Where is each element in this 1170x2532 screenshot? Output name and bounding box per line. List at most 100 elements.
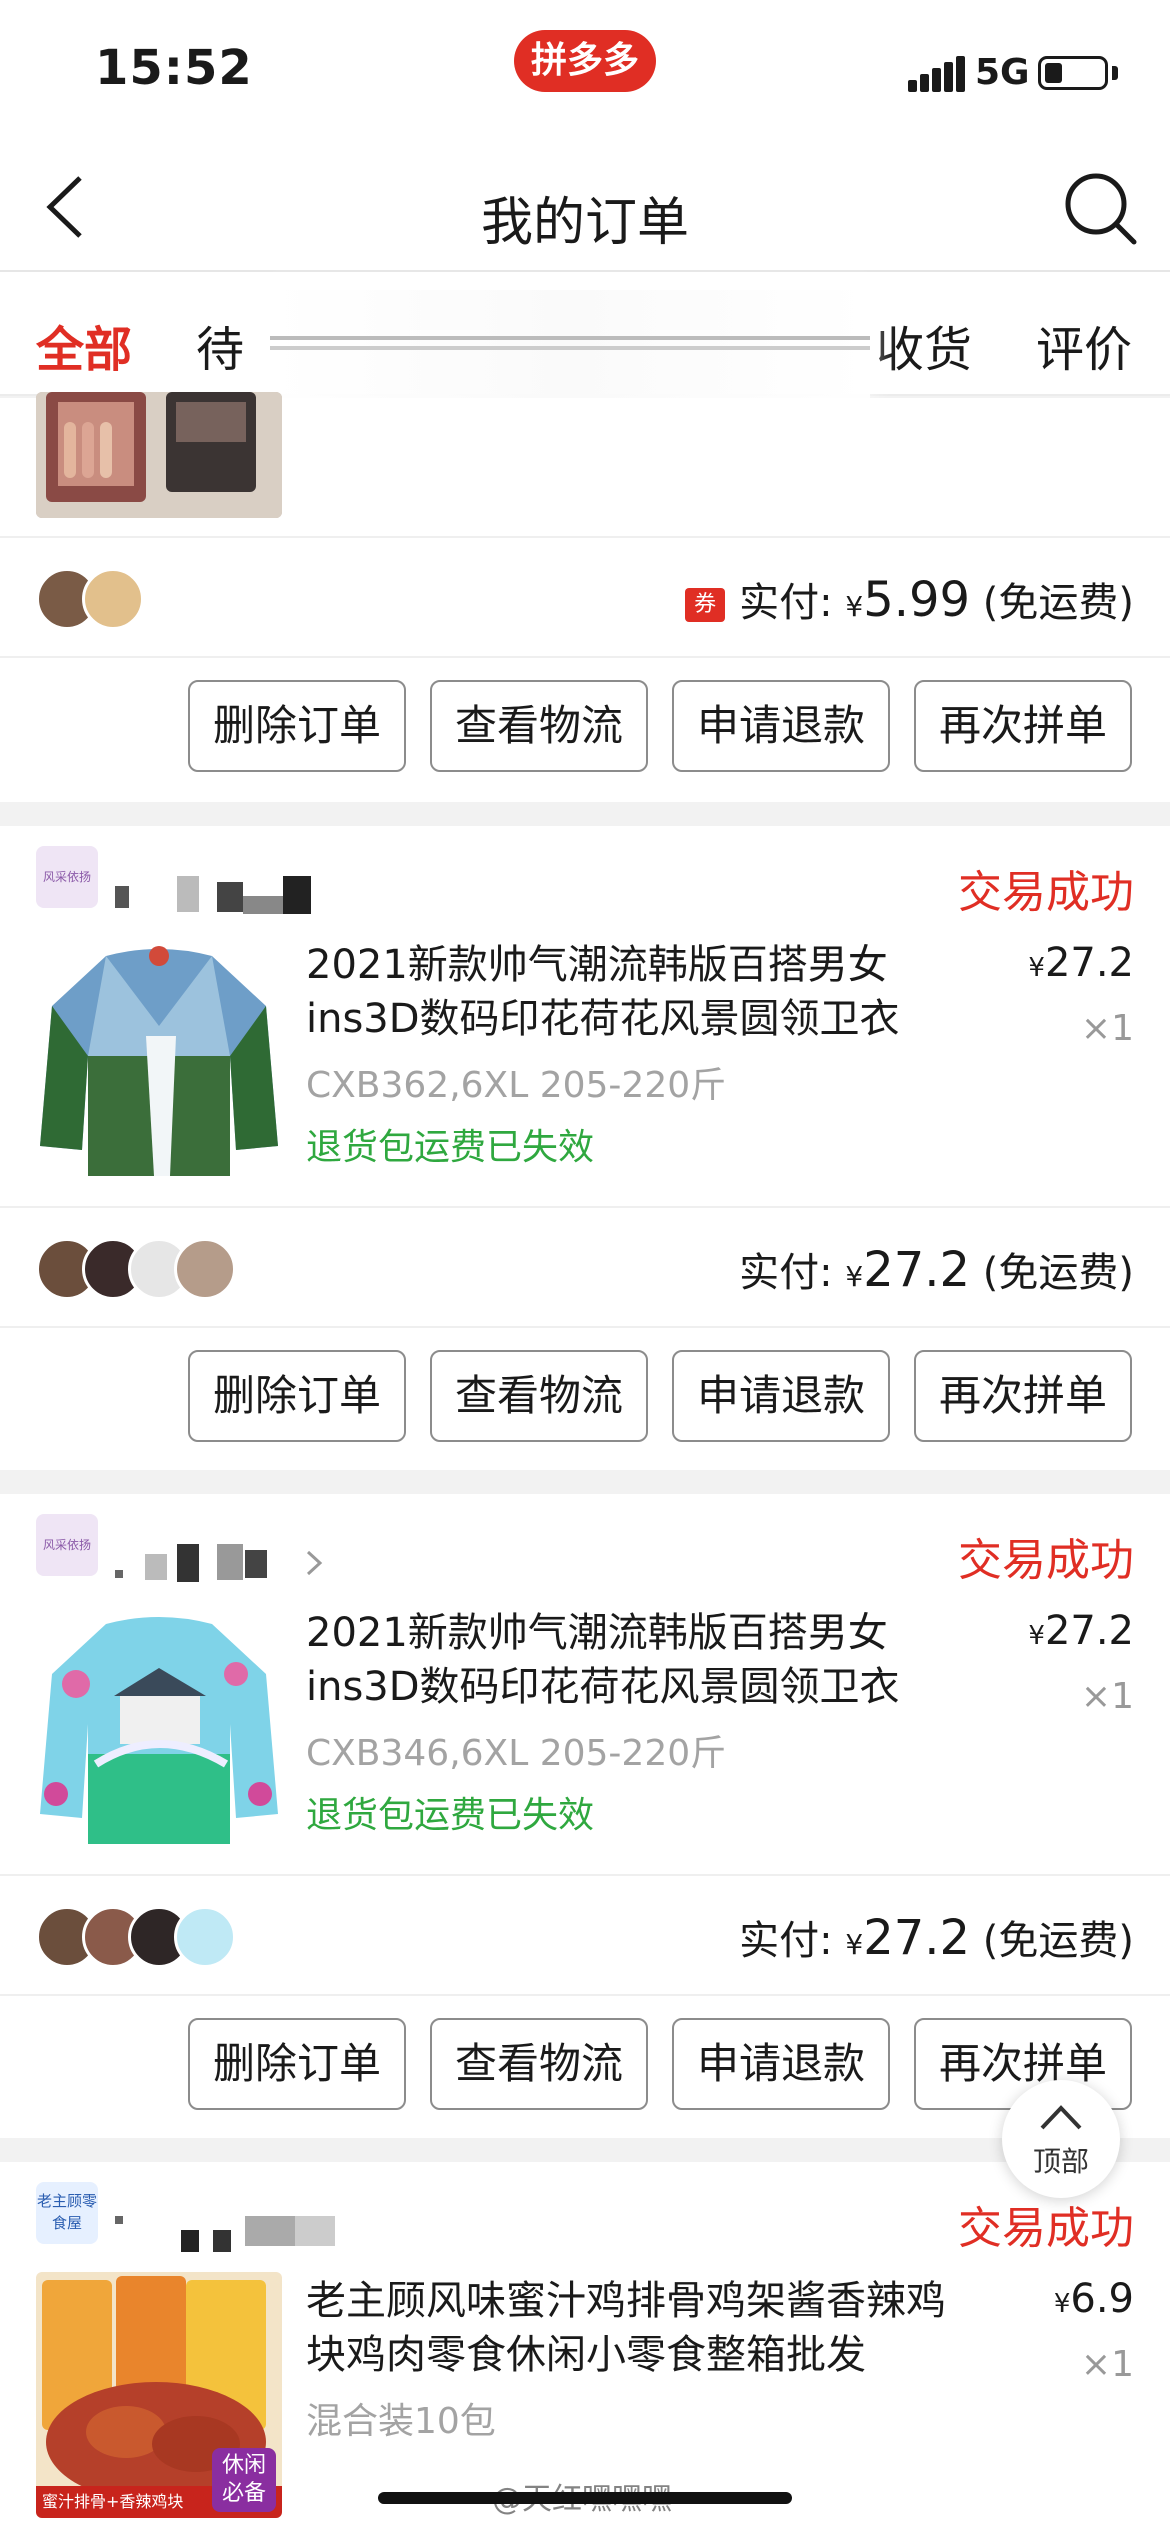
censor-blur (270, 290, 870, 400)
shop-header[interactable]: 风采依扬 交易成功 (0, 1494, 1170, 1604)
product-row[interactable]: 2021新款帅气潮流韩版百搭男女ins3D数码印花荷花风景圆领卫衣 ¥27.2 … (0, 936, 1170, 1186)
avatar (174, 1906, 236, 1968)
action-buttons: 删除订单 查看物流 申请退款 再次拼单 (0, 1326, 1170, 1460)
shipping-note: (免运费) (982, 1250, 1134, 1296)
pay-amount: 27.2 (863, 1242, 971, 1298)
back-to-top-button[interactable]: 顶部 (1002, 2080, 1120, 2198)
product-title: 老主顾风味蜜汁鸡排骨鸡架酱香辣鸡块鸡肉零食休闲小零食整箱批发 (306, 2278, 946, 2378)
price-value: 6.9 (1070, 2276, 1134, 2322)
sweatshirt-image (36, 936, 282, 1182)
nav-bar: 我的订单 (0, 140, 1170, 272)
avatar (82, 568, 144, 630)
payment-total: 实付: ¥27.2 (免运费) (739, 1908, 1134, 1966)
order-card: 风采依扬 交易成功 2021新款帅气潮流韩版百搭男女ins3D数码印花荷花风景圆… (0, 826, 1170, 1470)
delete-order-button[interactable]: 删除订单 (188, 1350, 406, 1442)
product-sku: CXB346,6XL 205-220斤 (306, 1733, 727, 1774)
cosmetics-image (36, 392, 282, 518)
order-status: 交易成功 (958, 867, 1134, 918)
payment-total: 券实付: ¥5.99 (免运费) (685, 570, 1134, 628)
home-indicator (378, 2492, 792, 2504)
product-thumbnail (36, 1604, 282, 1850)
product-price: ¥6.9 (1054, 2276, 1134, 2322)
shipping-note: (免运费) (982, 1918, 1134, 1964)
network-type: 5G (975, 52, 1030, 93)
view-logistics-button[interactable]: 查看物流 (430, 2018, 648, 2110)
avatar (174, 1238, 236, 1300)
price-value: 27.2 (1044, 940, 1134, 986)
back-to-top-label: 顶部 (1032, 2145, 1089, 2178)
tab-review[interactable]: 评价 (1036, 310, 1132, 380)
shop-logo: 风采依扬 (36, 1514, 98, 1576)
payment-row: 实付: ¥27.2 (免运费) (0, 1874, 1170, 1994)
currency: ¥ (1028, 953, 1045, 983)
product-title: 2021新款帅气潮流韩版百搭男女ins3D数码印花荷花风景圆领卫衣 (306, 942, 900, 1042)
coupon-icon: 券 (685, 588, 726, 622)
view-logistics-button[interactable]: 查看物流 (430, 680, 648, 772)
order-card: 券实付: ¥5.99 (免运费) 删除订单 查看物流 申请退款 再次拼单 (0, 392, 1170, 802)
shop-header[interactable]: 老主顾零食屋 交易成功 (0, 2162, 1170, 2272)
chevron-right-icon (306, 1550, 323, 1576)
tab-pending[interactable]: 待 (196, 310, 244, 380)
shop-name-censored (115, 1544, 315, 1584)
request-refund-button[interactable]: 申请退款 (672, 680, 890, 772)
action-buttons: 删除订单 查看物流 申请退款 再次拼单 (0, 1994, 1170, 2128)
action-buttons: 删除订单 查看物流 申请退款 再次拼单 (0, 656, 1170, 790)
product-row[interactable]: 2021新款帅气潮流韩版百搭男女ins3D数码印花荷花风景圆领卫衣 ¥27.2 … (0, 1604, 1170, 1854)
product-quantity: ×1 (1080, 1008, 1134, 1049)
product-thumbnail[interactable] (36, 392, 282, 518)
payment-row: 实付: ¥27.2 (免运费) (0, 1206, 1170, 1326)
shop-name-censored (115, 2212, 335, 2252)
product-quantity: ×1 (1080, 2344, 1134, 2385)
product-thumbnail (36, 936, 282, 1182)
page-title: 我的订单 (480, 193, 689, 253)
order-card: 风采依扬 交易成功 2021新款帅气潮流韩版百搭男女ins3D数码印花荷花风景圆… (0, 1494, 1170, 2138)
battery-tip (1112, 66, 1118, 80)
shop-logo: 老主顾零食屋 (36, 2182, 98, 2244)
order-status: 交易成功 (958, 2203, 1134, 2254)
pay-amount: 27.2 (863, 1910, 971, 1966)
currency: ¥ (845, 1260, 864, 1293)
currency: ¥ (1028, 1621, 1045, 1651)
return-shipping-note: 退货包运费已失效 (306, 1795, 595, 1836)
order-status: 交易成功 (958, 1535, 1134, 1586)
search-icon[interactable] (1060, 168, 1140, 248)
return-shipping-note: 退货包运费已失效 (306, 1127, 595, 1168)
pay-label: 实付: (739, 1918, 833, 1964)
request-refund-button[interactable]: 申请退款 (672, 2018, 890, 2110)
shop-header[interactable]: 风采依扬 交易成功 (0, 826, 1170, 936)
signal-icon (908, 56, 965, 92)
status-time: 15:52 (95, 40, 253, 96)
payment-total: 实付: ¥27.2 (免运费) (739, 1240, 1134, 1298)
app-logo: 拼多多 (514, 30, 656, 92)
status-bar: 15:52 拼多多 5G (0, 0, 1170, 140)
reorder-button[interactable]: 再次拼单 (914, 680, 1132, 772)
shop-logo: 风采依扬 (36, 846, 98, 908)
tab-to-receive[interactable]: 收货 (876, 310, 972, 380)
product-title: 2021新款帅气潮流韩版百搭男女ins3D数码印花荷花风景圆领卫衣 (306, 1610, 900, 1710)
payment-row: 券实付: ¥5.99 (免运费) (0, 536, 1170, 656)
product-quantity: ×1 (1080, 1676, 1134, 1717)
delete-order-button[interactable]: 删除订单 (188, 680, 406, 772)
product-price: ¥27.2 (1028, 1608, 1134, 1654)
chevron-up-icon (1040, 2105, 1082, 2130)
product-sku: 混合装10包 (306, 2401, 496, 2442)
product-thumbnail: 蜜汁排骨+香辣鸡块 休闲必备 (36, 2272, 282, 2518)
tab-all[interactable]: 全部 (36, 310, 132, 380)
product-price: ¥27.2 (1028, 940, 1134, 986)
view-logistics-button[interactable]: 查看物流 (430, 1350, 648, 1442)
pay-label: 实付: (739, 580, 833, 626)
shop-name-censored (115, 876, 315, 916)
price-value: 27.2 (1044, 1608, 1134, 1654)
pay-label: 实付: (739, 1250, 833, 1296)
currency: ¥ (845, 590, 864, 623)
battery-icon (1038, 56, 1108, 90)
reorder-button[interactable]: 再次拼单 (914, 1350, 1132, 1442)
delete-order-button[interactable]: 删除订单 (188, 2018, 406, 2110)
product-sku: CXB362,6XL 205-220斤 (306, 1065, 727, 1106)
pay-amount: 5.99 (863, 572, 971, 628)
battery-level (1045, 63, 1062, 83)
currency: ¥ (845, 1928, 864, 1961)
request-refund-button[interactable]: 申请退款 (672, 1350, 890, 1442)
thumb-badge: 休闲必备 (212, 2448, 276, 2512)
shipping-note: (免运费) (982, 580, 1134, 626)
